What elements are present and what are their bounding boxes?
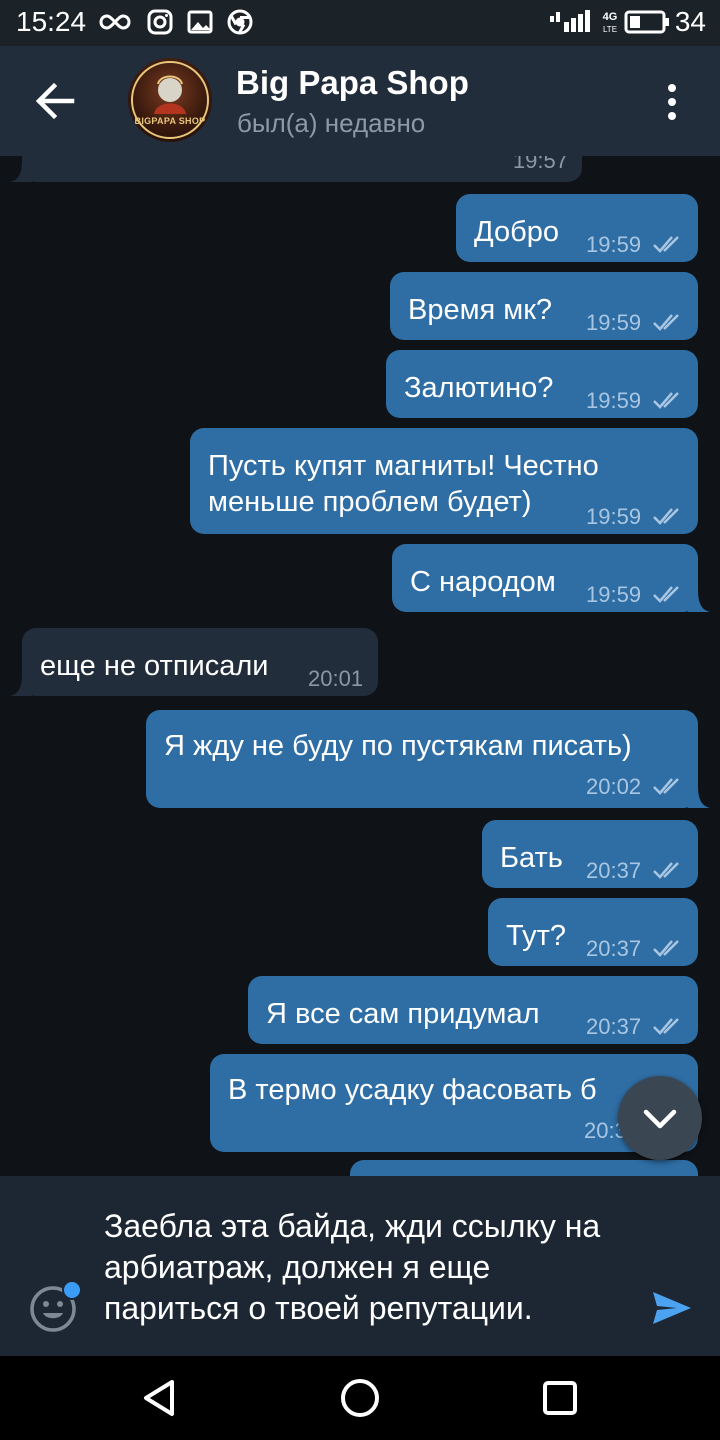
message-text: С народом bbox=[410, 566, 556, 598]
message-time: 19:59 bbox=[586, 582, 642, 607]
system-nav-bar bbox=[0, 1356, 720, 1440]
message-bubble-outgoing[interactable]: Залютино? 19:59 bbox=[386, 350, 698, 418]
read-ticks-icon bbox=[653, 940, 679, 957]
infinity-icon bbox=[99, 14, 131, 30]
message-text: Добро bbox=[474, 216, 559, 248]
message-list[interactable]: тех же темнах 19:57 Добро 19:59 Время мк… bbox=[0, 156, 720, 1176]
gallery-icon bbox=[187, 10, 213, 34]
message-bubble-outgoing[interactable]: С народом 19:59 bbox=[392, 544, 710, 612]
message-text: Тут? bbox=[506, 920, 566, 952]
message-text: Время мк? bbox=[408, 294, 553, 326]
message-time: 20:01 bbox=[308, 666, 364, 691]
message-text-line1: Пусть купят магниты! Честно bbox=[208, 450, 599, 482]
svg-text:4G: 4G bbox=[603, 11, 618, 23]
read-ticks-icon bbox=[653, 314, 679, 331]
bubble-tail bbox=[688, 590, 710, 612]
message-bubble-outgoing[interactable]: Тут? 20:37 bbox=[488, 898, 698, 966]
chat-status: был(а) недавно bbox=[237, 108, 426, 138]
chat-header: BIGPAPA SHOP Big Papa Shop был(а) недавн… bbox=[0, 46, 720, 156]
message-bubble-incoming[interactable]: тех же темнах 19:57 bbox=[10, 156, 582, 182]
4g-lte-icon: 4G LTE bbox=[603, 11, 618, 34]
message-bubble-outgoing[interactable]: Я все сам придумал 20:37 bbox=[248, 976, 698, 1044]
message-text: В термо усадку фасовать б bbox=[228, 1074, 597, 1106]
instagram-icon bbox=[147, 9, 173, 35]
bubble-tail bbox=[10, 674, 32, 696]
read-ticks-icon bbox=[653, 508, 679, 525]
read-ticks-icon bbox=[653, 778, 679, 795]
message-bubble-outgoing[interactable]: Пусть купят магниты! Честно меньше пробл… bbox=[190, 428, 698, 534]
svg-text:LTE: LTE bbox=[603, 25, 617, 34]
avatar[interactable]: BIGPAPA SHOP bbox=[128, 58, 212, 142]
avatar-text: BIGPAPA SHOP bbox=[134, 116, 206, 126]
battery-icon bbox=[624, 10, 669, 34]
nav-recents-icon[interactable] bbox=[538, 1376, 582, 1420]
nav-back-icon[interactable] bbox=[138, 1376, 182, 1420]
message-time: 20:37 bbox=[586, 1014, 642, 1039]
message-time: 19:59 bbox=[586, 388, 642, 413]
avatar-logo-icon bbox=[131, 61, 209, 139]
message-bubble-outgoing[interactable]: Бать 20:37 bbox=[482, 820, 698, 888]
message-bubble-outgoing[interactable]: Время мк? 19:59 bbox=[390, 272, 698, 340]
nav-home-icon[interactable] bbox=[338, 1376, 382, 1420]
message-text: Я все сам придумал bbox=[266, 998, 540, 1030]
status-bar: 15:24 4G LTE 34 bbox=[0, 0, 720, 46]
notification-dot bbox=[62, 1280, 82, 1300]
message-composer: Заебла эта байда, жди ссылку на арбиатра… bbox=[0, 1176, 720, 1356]
more-menu-icon[interactable] bbox=[662, 82, 682, 122]
message-text: еще не отписали bbox=[40, 650, 269, 682]
message-bubble-outgoing[interactable]: Добро 19:59 bbox=[456, 194, 698, 262]
message-time: 19:59 bbox=[586, 504, 642, 529]
message-bubble-outgoing[interactable]: Я жду не буду по пустякам писать) 20:02 bbox=[146, 710, 710, 808]
back-arrow-icon[interactable] bbox=[30, 76, 80, 126]
message-text: тех же темнах bbox=[40, 156, 230, 164]
send-icon[interactable] bbox=[650, 1286, 694, 1330]
chevron-down-icon bbox=[643, 1109, 677, 1129]
bubble-tail bbox=[10, 160, 32, 182]
battery-percent: 34 bbox=[674, 6, 706, 37]
status-time: 15:24 bbox=[16, 6, 87, 37]
message-text: Залютино? bbox=[404, 372, 554, 404]
read-ticks-icon bbox=[653, 586, 679, 603]
read-ticks-icon bbox=[653, 392, 679, 409]
signal-icon bbox=[550, 10, 590, 32]
chrome-icon bbox=[227, 9, 253, 35]
message-time: 19:59 bbox=[586, 232, 642, 257]
message-text-line2: меньше проблем будет) bbox=[208, 486, 532, 518]
chat-title[interactable]: Big Papa Shop bbox=[236, 64, 469, 102]
read-ticks-icon bbox=[653, 1018, 679, 1035]
message-bubble-outgoing[interactable] bbox=[350, 1160, 698, 1176]
message-time: 19:59 bbox=[586, 310, 642, 335]
message-text: Я жду не буду по пустякам писать) bbox=[164, 730, 632, 762]
message-time: 19:57 bbox=[512, 156, 568, 173]
scroll-down-button[interactable] bbox=[618, 1076, 702, 1160]
read-ticks-icon bbox=[653, 236, 679, 253]
message-input[interactable]: Заебла эта байда, жди ссылку на арбиатра… bbox=[104, 1206, 634, 1329]
message-time: 20:37 bbox=[586, 936, 642, 961]
message-time: 20:02 bbox=[586, 774, 642, 799]
message-text: Бать bbox=[500, 842, 563, 874]
message-time: 20:37 bbox=[586, 858, 642, 883]
message-bubble-incoming[interactable]: еще не отписали 20:01 bbox=[10, 628, 378, 696]
read-ticks-icon bbox=[653, 862, 679, 879]
bubble-tail bbox=[688, 786, 710, 808]
